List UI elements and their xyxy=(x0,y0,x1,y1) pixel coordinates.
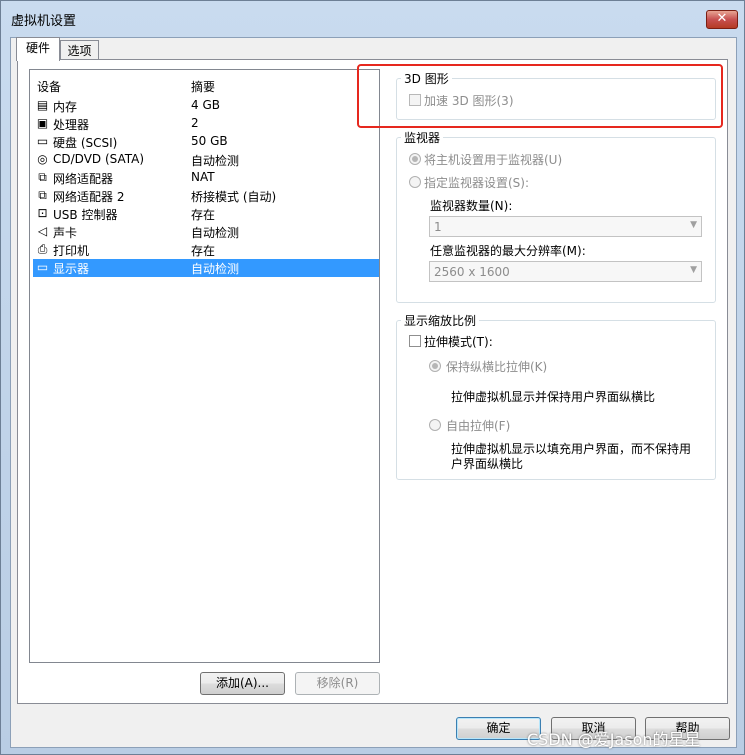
network-icon: ⧉ xyxy=(38,188,47,202)
device-summary: 自动检测 xyxy=(191,154,240,168)
device-name: USB 控制器 xyxy=(53,208,118,222)
device-row-processor[interactable]: ▣ 处理器 2 xyxy=(33,115,379,133)
add-button[interactable]: 添加(A)... xyxy=(200,672,285,695)
device-summary: 自动检测 xyxy=(191,226,240,240)
radio-dot xyxy=(432,363,438,369)
device-row-cd-dvd[interactable]: ◎ CD/DVD (SATA) 自动检测 xyxy=(33,151,379,169)
use-host-settings-radio[interactable] xyxy=(409,153,421,165)
free-stretch-radio[interactable] xyxy=(429,419,441,431)
monitor-group-title: 监视器 xyxy=(401,129,444,146)
monitor-count-value: 1 xyxy=(434,220,442,234)
monitor-icon: ▭ xyxy=(36,260,49,274)
device-summary: 桥接模式 (自动) xyxy=(191,190,277,204)
harddisk-icon: ▭ xyxy=(36,134,49,148)
free-stretch-description-line-2: 户界面纵横比 xyxy=(451,457,524,471)
cd-dvd-icon: ◎ xyxy=(37,152,48,166)
close-button[interactable]: ✕ xyxy=(706,10,738,29)
tab-hardware[interactable]: 硬件 xyxy=(16,37,60,61)
dropdown-arrow-icon: ▼ xyxy=(690,265,697,275)
device-summary: NAT xyxy=(191,170,215,184)
printer-icon: ⎙ xyxy=(37,242,48,256)
device-row-sound[interactable]: ◁ 声卡 自动检测 xyxy=(33,223,379,241)
use-host-settings-label: 将主机设置用于监视器(U) xyxy=(424,153,563,167)
tab-options-label: 选项 xyxy=(67,44,92,58)
sound-icon: ◁ xyxy=(37,224,48,238)
monitor-count-label: 监视器数量(N): xyxy=(430,199,513,213)
keep-aspect-description: 拉伸虚拟机显示并保持用户界面纵横比 xyxy=(451,390,656,404)
device-name: 声卡 xyxy=(53,226,78,240)
device-row-printer[interactable]: ⎙ 打印机 存在 xyxy=(33,241,379,259)
device-name: 处理器 xyxy=(53,118,90,132)
device-name: 硬盘 (SCSI) xyxy=(53,136,118,150)
usb-icon: ⊡ xyxy=(37,206,48,220)
device-row-memory[interactable]: ▤ 内存 4 GB xyxy=(33,97,379,115)
max-resolution-value: 2560 x 1600 xyxy=(434,265,510,279)
column-header-device[interactable]: 设备 xyxy=(37,78,61,95)
display-scaling-title: 显示缩放比例 xyxy=(401,312,480,329)
device-row-network-2[interactable]: ⧉ 网络适配器 2 桥接模式 (自动) xyxy=(33,187,379,205)
radio-dot xyxy=(412,156,418,162)
device-name: 内存 xyxy=(53,100,78,114)
highlight-box xyxy=(357,64,723,128)
window-title: 虚拟机设置 xyxy=(11,14,77,29)
free-stretch-label: 自由拉伸(F) xyxy=(446,419,511,433)
column-header-summary[interactable]: 摘要 xyxy=(191,78,215,95)
keep-aspect-radio[interactable] xyxy=(429,360,441,372)
keep-aspect-label: 保持纵横比拉伸(K) xyxy=(446,360,548,374)
device-summary: 4 GB xyxy=(191,98,220,112)
device-summary: 存在 xyxy=(191,244,216,258)
device-summary: 50 GB xyxy=(191,134,228,148)
stretch-mode-label: 拉伸模式(T): xyxy=(424,335,493,349)
tab-hardware-label: 硬件 xyxy=(25,41,50,55)
memory-icon: ▤ xyxy=(36,98,49,112)
monitor-count-select[interactable]: 1 ▼ xyxy=(429,216,702,237)
device-list[interactable]: 设备 摘要 ▤ 内存 4 GB ▣ 处理器 2 ▭ 硬盘 (SCSI) 50 G… xyxy=(29,69,380,663)
device-name: 网络适配器 2 xyxy=(53,190,125,204)
device-row-usb[interactable]: ⊡ USB 控制器 存在 xyxy=(33,205,379,223)
device-summary: 自动检测 xyxy=(191,262,240,276)
max-resolution-label: 任意监视器的最大分辨率(M): xyxy=(430,244,586,258)
device-summary: 2 xyxy=(191,116,199,130)
device-name: CD/DVD (SATA) xyxy=(53,152,145,166)
specify-monitor-settings-radio[interactable] xyxy=(409,176,421,188)
device-row-display[interactable]: ▭ 显示器 自动检测 xyxy=(33,259,379,277)
title-bar[interactable]: 虚拟机设置 ✕ xyxy=(1,1,744,37)
max-resolution-select[interactable]: 2560 x 1600 ▼ xyxy=(429,261,702,282)
processor-icon: ▣ xyxy=(36,116,49,130)
stretch-mode-checkbox[interactable] xyxy=(409,335,421,347)
watermark-text: CSDN @爱Jason的星星 xyxy=(527,730,701,749)
network-icon: ⧉ xyxy=(38,170,47,184)
dropdown-arrow-icon: ▼ xyxy=(690,220,697,230)
tab-options[interactable]: 选项 xyxy=(60,40,99,61)
device-name: 显示器 xyxy=(53,262,90,276)
specify-monitor-settings-label: 指定监视器设置(S): xyxy=(424,176,530,190)
device-name: 打印机 xyxy=(53,244,90,258)
remove-button[interactable]: 移除(R) xyxy=(295,672,380,695)
device-summary: 存在 xyxy=(191,208,216,222)
device-name: 网络适配器 xyxy=(53,172,114,186)
device-row-harddisk[interactable]: ▭ 硬盘 (SCSI) 50 GB xyxy=(33,133,379,151)
device-row-network[interactable]: ⧉ 网络适配器 NAT xyxy=(33,169,379,187)
